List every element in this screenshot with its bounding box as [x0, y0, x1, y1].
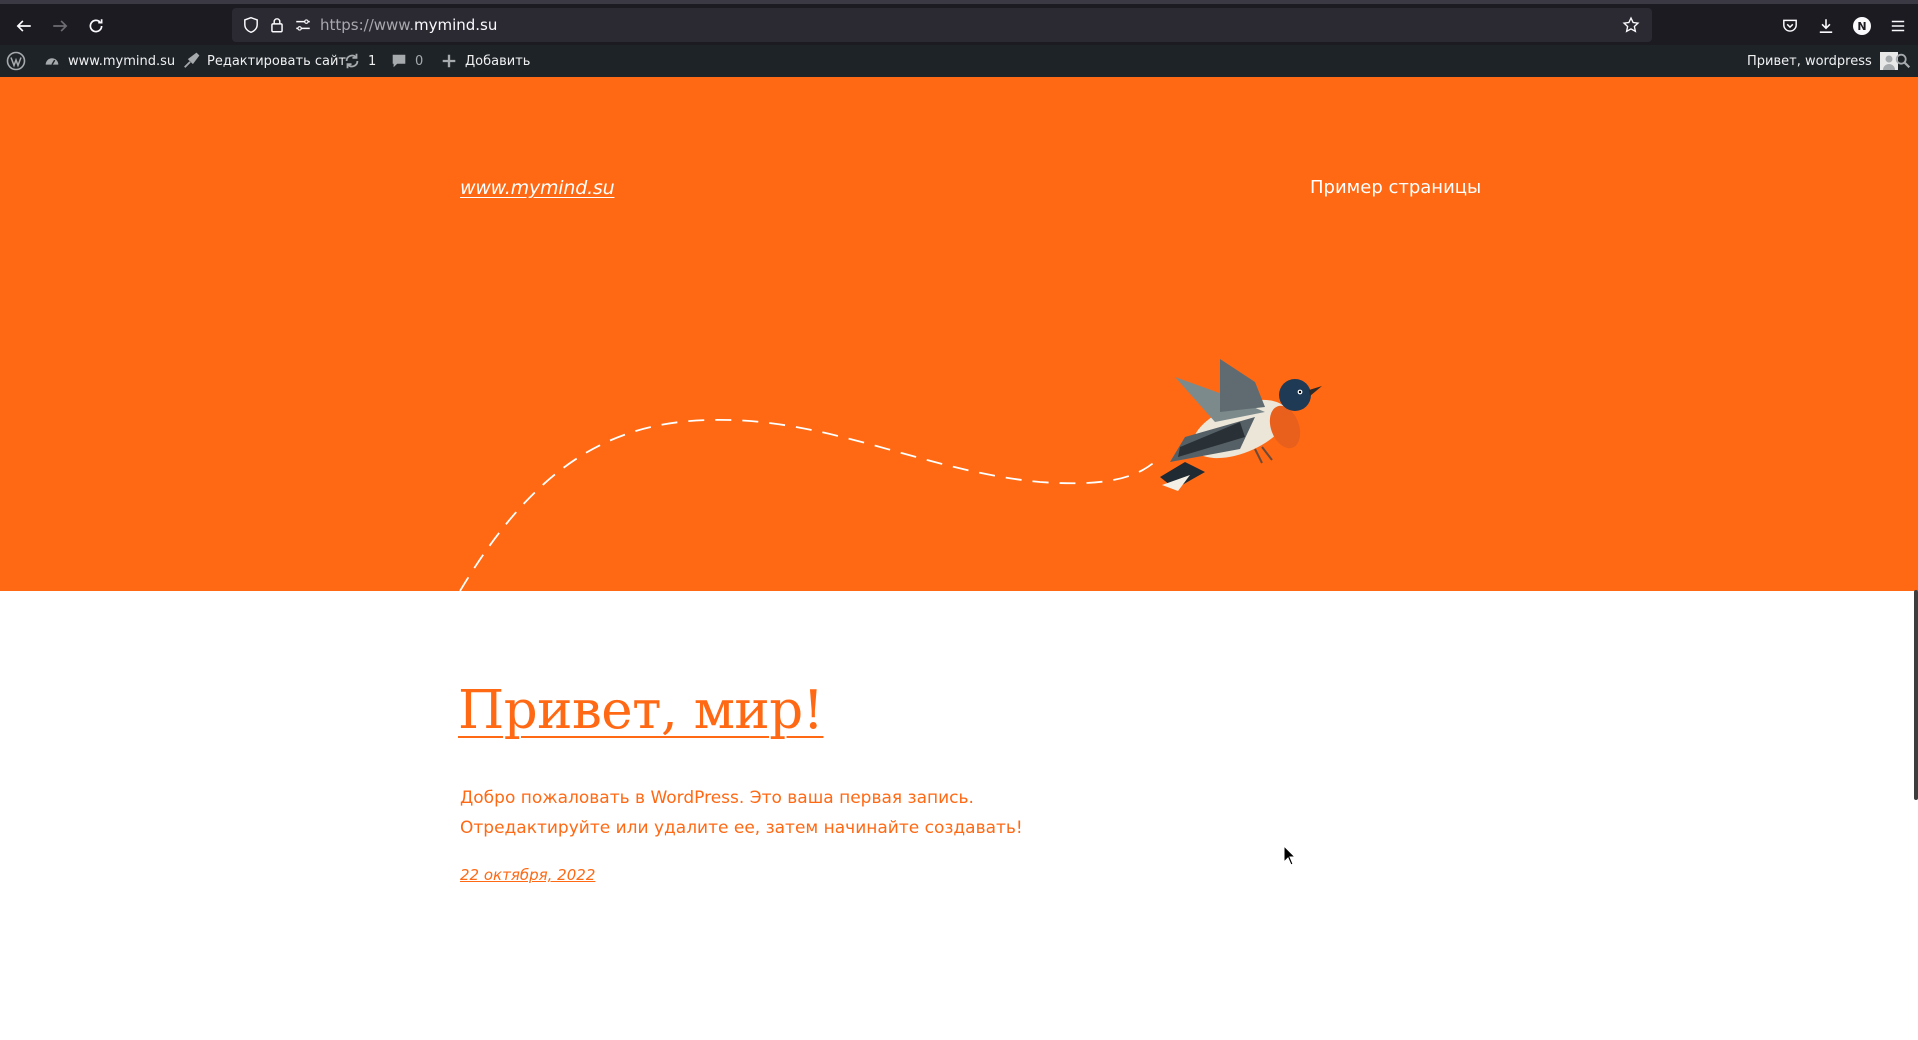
hamburger-icon — [1891, 20, 1905, 32]
wordpress-icon — [6, 51, 26, 71]
updates-icon — [345, 53, 359, 69]
arrow-left-icon — [16, 20, 31, 32]
comments-count: 0 — [415, 53, 424, 69]
pocket-icon — [1783, 19, 1797, 32]
adminbar-site-name[interactable]: www.mymind.su — [43, 45, 175, 77]
scrollbar-thumb[interactable] — [1914, 590, 1918, 800]
adminbar-updates[interactable]: 1 — [343, 45, 376, 77]
reload-icon — [89, 19, 103, 33]
updates-count: 1 — [368, 53, 377, 69]
search-icon — [1895, 53, 1911, 69]
browser-toolbar: https://www.mymind.su N — [0, 0, 1918, 45]
menu-button[interactable] — [1882, 10, 1914, 42]
flight-illustration — [459, 359, 1322, 591]
downloads-button[interactable] — [1810, 10, 1842, 42]
add-new-label: Добавить — [465, 53, 531, 69]
comment-icon — [392, 54, 406, 68]
post-excerpt: Добро пожаловать в WordPress. Это ваша п… — [460, 788, 1023, 838]
url-domain: mymind.su — [413, 16, 498, 34]
post-title-link[interactable]: Привет, мир! — [458, 680, 824, 741]
reload-button[interactable] — [80, 10, 112, 42]
site-name-label: www.mymind.su — [68, 53, 176, 69]
wp-admin-bar: www.mymind.su Редактировать сайт 1 0 Доб… — [0, 45, 1918, 77]
account-button[interactable]: N — [1846, 10, 1878, 42]
url-text[interactable]: https://www.mymind.su — [320, 16, 497, 34]
adminbar-comments[interactable]: 0 — [390, 45, 423, 77]
site-header-hero: www.mymind.su Пример страницы — [0, 77, 1918, 591]
mouse-cursor-icon — [1283, 845, 1297, 866]
profile-avatar: N — [1853, 17, 1871, 35]
download-icon — [1819, 19, 1833, 33]
lock-icon[interactable] — [268, 16, 286, 34]
forward-button[interactable] — [44, 10, 76, 42]
edit-site-label: Редактировать сайт — [207, 53, 347, 69]
adminbar-add-new[interactable]: Добавить — [440, 45, 530, 77]
permissions-icon[interactable] — [294, 16, 312, 34]
adminbar-edit-site[interactable]: Редактировать сайт — [182, 45, 346, 77]
shield-icon[interactable] — [242, 16, 260, 34]
bird-icon — [1160, 359, 1322, 491]
arrow-right-icon — [53, 20, 68, 32]
wp-logo-button[interactable] — [6, 45, 26, 77]
adminbar-my-account[interactable]: Привет, wordpress — [1747, 45, 1898, 77]
dashboard-icon — [45, 58, 59, 65]
pocket-button[interactable] — [1774, 10, 1806, 42]
url-bar[interactable]: https://www.mymind.su — [232, 8, 1652, 42]
greeting-label: Привет, wordpress — [1747, 53, 1872, 69]
back-button[interactable] — [8, 10, 40, 42]
star-icon[interactable] — [1622, 16, 1640, 34]
post-date-link[interactable]: 22 октября, 2022 — [460, 866, 595, 884]
plus-icon — [442, 54, 456, 68]
adminbar-search[interactable] — [1894, 45, 1918, 77]
url-prefix: https://www. — [320, 16, 414, 34]
edit-brush-icon — [184, 52, 200, 68]
